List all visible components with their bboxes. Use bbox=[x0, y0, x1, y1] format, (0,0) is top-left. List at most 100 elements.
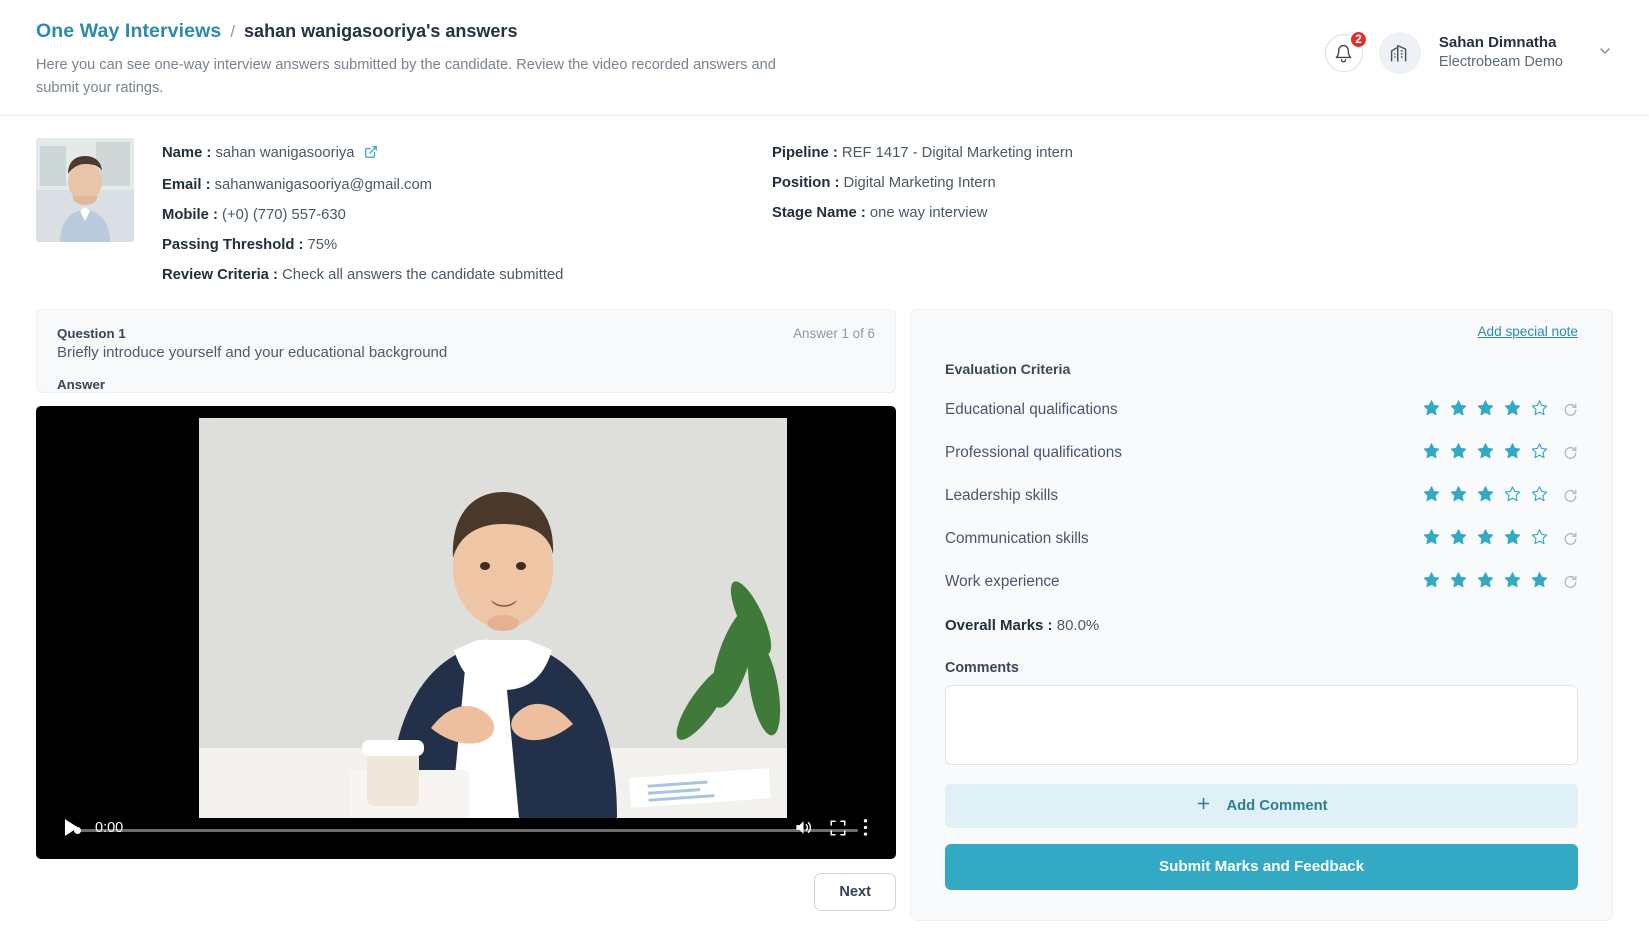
star-rating[interactable] bbox=[1423, 442, 1548, 464]
criterion-label: Professional qualifications bbox=[945, 443, 1122, 461]
passing-threshold-label: Passing Threshold : bbox=[162, 236, 304, 253]
question-card: Question 1 Answer 1 of 6 Briefly introdu… bbox=[36, 308, 896, 393]
answer-label: Answer bbox=[57, 376, 106, 392]
candidate-info-right: Pipeline : REF 1417 - Digital Marketing … bbox=[772, 142, 1613, 287]
stage-name-row: Stage Name : one way interview bbox=[772, 202, 1613, 225]
criterion-rating bbox=[1423, 399, 1578, 421]
star-empty-icon[interactable] bbox=[1531, 399, 1548, 421]
star-filled-icon[interactable] bbox=[1504, 442, 1521, 464]
page-header: One Way Interviews / sahan wanigasooriya… bbox=[0, 0, 1649, 117]
star-empty-icon[interactable] bbox=[1531, 528, 1548, 550]
comments-label: Comments bbox=[945, 659, 1019, 676]
play-icon[interactable] bbox=[64, 819, 79, 837]
more-options-icon[interactable] bbox=[863, 818, 868, 837]
answer-counter: Answer 1 of 6 bbox=[793, 325, 875, 341]
candidate-name-row: Name : sahan wanigasooriya bbox=[162, 142, 772, 167]
breadcrumb-root-link[interactable]: One Way Interviews bbox=[36, 20, 221, 43]
star-rating[interactable] bbox=[1423, 571, 1548, 593]
stage-name-label: Stage Name : bbox=[772, 205, 866, 222]
reset-rating-icon[interactable] bbox=[1563, 488, 1578, 503]
question-number: Question 1 bbox=[57, 325, 126, 341]
criterion-label: Leadership skills bbox=[945, 486, 1059, 504]
candidate-summary: Name : sahan wanigasooriya Email : sahan… bbox=[0, 116, 1649, 297]
passing-threshold-value: 75% bbox=[307, 236, 338, 253]
overall-marks-label: Overall Marks : bbox=[945, 616, 1053, 634]
special-note-row: Add special note bbox=[945, 324, 1578, 339]
star-filled-icon[interactable] bbox=[1504, 571, 1521, 593]
star-empty-icon[interactable] bbox=[1531, 442, 1548, 464]
volume-icon[interactable] bbox=[794, 818, 813, 837]
video-frame bbox=[199, 417, 787, 818]
breadcrumb: One Way Interviews / sahan wanigasooriya… bbox=[36, 20, 796, 43]
comments-input[interactable] bbox=[945, 684, 1578, 765]
star-filled-icon[interactable] bbox=[1477, 442, 1494, 464]
candidate-name-value: sahan wanigasooriya bbox=[215, 145, 355, 162]
video-controls: 0:00 bbox=[36, 797, 896, 859]
star-empty-icon[interactable] bbox=[1504, 485, 1521, 507]
star-filled-icon[interactable] bbox=[1423, 571, 1440, 593]
candidate-mobile-value: (+0) (770) 557-630 bbox=[222, 207, 346, 224]
answer-column: Question 1 Answer 1 of 6 Briefly introdu… bbox=[36, 308, 896, 911]
star-filled-icon[interactable] bbox=[1450, 528, 1467, 550]
star-rating[interactable] bbox=[1423, 399, 1548, 421]
fullscreen-icon[interactable] bbox=[829, 819, 847, 837]
position-row: Position : Digital Marketing Intern bbox=[772, 172, 1613, 195]
criterion-row: Professional qualifications bbox=[945, 442, 1578, 464]
candidate-mobile-row: Mobile : (+0) (770) 557-630 bbox=[162, 204, 772, 227]
passing-threshold-row: Passing Threshold : 75% bbox=[162, 234, 772, 257]
star-filled-icon[interactable] bbox=[1504, 399, 1521, 421]
star-filled-icon[interactable] bbox=[1450, 399, 1467, 421]
plus-icon bbox=[1195, 795, 1212, 816]
star-filled-icon[interactable] bbox=[1477, 571, 1494, 593]
star-filled-icon[interactable] bbox=[1423, 528, 1440, 550]
user-name: Sahan Dimnatha bbox=[1438, 34, 1557, 52]
reset-rating-icon[interactable] bbox=[1563, 574, 1578, 589]
star-filled-icon[interactable] bbox=[1450, 571, 1467, 593]
pipeline-row: Pipeline : REF 1417 - Digital Marketing … bbox=[772, 142, 1613, 165]
header-right: 2 Sahan Dimnatha Electrobeam Demo bbox=[1324, 18, 1613, 74]
overall-marks-value: 80.0% bbox=[1056, 616, 1100, 634]
star-filled-icon[interactable] bbox=[1531, 571, 1548, 593]
user-profile[interactable]: Sahan Dimnatha Electrobeam Demo bbox=[1439, 33, 1563, 73]
submit-marks-button[interactable]: Submit Marks and Feedback bbox=[945, 843, 1578, 890]
star-filled-icon[interactable] bbox=[1477, 528, 1494, 550]
criterion-rating bbox=[1423, 571, 1578, 593]
star-rating[interactable] bbox=[1423, 485, 1548, 507]
candidate-info: Name : sahan wanigasooriya Email : sahan… bbox=[134, 138, 1613, 287]
breadcrumb-separator: / bbox=[230, 22, 236, 41]
criterion-row: Educational qualifications bbox=[945, 399, 1578, 421]
next-button[interactable]: Next bbox=[814, 872, 896, 911]
add-comment-button[interactable]: Add Comment bbox=[945, 783, 1578, 828]
pipeline-label: Pipeline : bbox=[772, 145, 838, 162]
star-filled-icon[interactable] bbox=[1477, 485, 1494, 507]
star-filled-icon[interactable] bbox=[1477, 399, 1494, 421]
notifications-button[interactable]: 2 bbox=[1324, 30, 1368, 72]
criterion-rating bbox=[1423, 442, 1578, 464]
candidate-avatar bbox=[36, 138, 134, 243]
star-empty-icon[interactable] bbox=[1531, 485, 1548, 507]
add-special-note-link[interactable]: Add special note bbox=[1477, 324, 1578, 339]
criterion-label: Educational qualifications bbox=[945, 400, 1118, 418]
position-label: Position : bbox=[772, 175, 840, 192]
star-filled-icon[interactable] bbox=[1423, 442, 1440, 464]
star-filled-icon[interactable] bbox=[1423, 485, 1440, 507]
candidate-mobile-label: Mobile : bbox=[162, 207, 218, 224]
criterion-rating bbox=[1423, 528, 1578, 550]
external-link-icon[interactable] bbox=[364, 144, 378, 167]
breadcrumb-current: sahan wanigasooriya's answers bbox=[244, 21, 518, 41]
video-current-time: 0:00 bbox=[95, 819, 124, 836]
star-filled-icon[interactable] bbox=[1450, 442, 1467, 464]
star-filled-icon[interactable] bbox=[1423, 399, 1440, 421]
video-player[interactable]: 0:00 bbox=[36, 405, 896, 859]
star-filled-icon[interactable] bbox=[1450, 485, 1467, 507]
reset-rating-icon[interactable] bbox=[1563, 402, 1578, 417]
review-criteria-row: Review Criteria : Check all answers the … bbox=[162, 264, 772, 287]
star-rating[interactable] bbox=[1423, 528, 1548, 550]
reset-rating-icon[interactable] bbox=[1563, 531, 1578, 546]
reset-rating-icon[interactable] bbox=[1563, 445, 1578, 460]
org-building-icon[interactable] bbox=[1378, 32, 1421, 74]
star-filled-icon[interactable] bbox=[1504, 528, 1521, 550]
candidate-info-left: Name : sahan wanigasooriya Email : sahan… bbox=[162, 142, 772, 287]
stage-name-value: one way interview bbox=[869, 205, 988, 222]
chevron-down-icon[interactable] bbox=[1597, 43, 1613, 64]
